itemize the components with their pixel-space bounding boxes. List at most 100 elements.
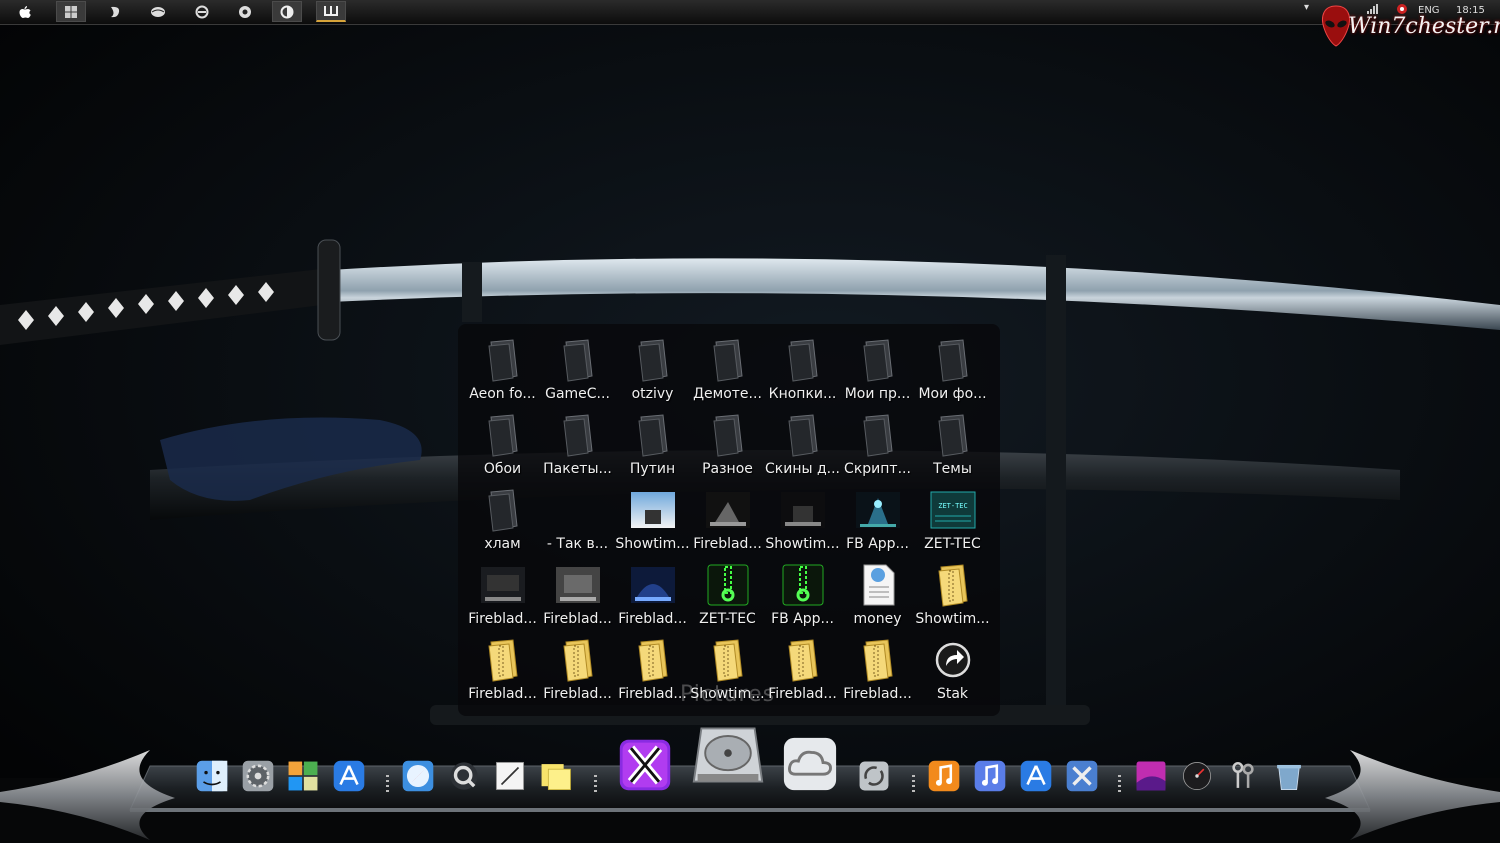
- stack-item[interactable]: Темы: [915, 405, 990, 480]
- stack-item[interactable]: Путин: [615, 405, 690, 480]
- stack-item[interactable]: Пакеты...: [540, 405, 615, 480]
- stack-item[interactable]: FB App...: [765, 555, 840, 630]
- stack-item-label: Пакеты...: [543, 461, 612, 477]
- windows-icon[interactable]: [56, 1, 86, 22]
- folder-dark-icon: [929, 336, 977, 384]
- dock-separator: [912, 775, 915, 793]
- watermark-text: Win7chester.ru: [1348, 14, 1500, 39]
- folder-dark-icon: [479, 411, 527, 459]
- stack-item-label: хлам: [484, 536, 521, 552]
- blank-icon: [554, 486, 602, 534]
- thumb-sky-icon: [629, 486, 677, 534]
- stack-item[interactable]: Fireblad...: [615, 630, 690, 705]
- folder-dark-icon: [854, 411, 902, 459]
- stack-item[interactable]: Fireblad...: [765, 630, 840, 705]
- zip-folder-icon: [854, 636, 902, 684]
- app-store-icon[interactable]: [332, 759, 366, 793]
- app-store-2-icon[interactable]: [1019, 759, 1053, 793]
- folder-dark-icon: [554, 336, 602, 384]
- zip-folder-icon: [479, 636, 527, 684]
- stack-item[interactable]: Fireblad...: [540, 555, 615, 630]
- app-icon-2[interactable]: [143, 1, 173, 22]
- stack-item-label: - Так в...: [546, 536, 609, 552]
- thumb-grey-icon: [554, 561, 602, 609]
- itunes-icon[interactable]: [973, 759, 1007, 793]
- zip-green-icon: [779, 561, 827, 609]
- safari-icon[interactable]: [401, 759, 435, 793]
- folder-dark-icon: [854, 336, 902, 384]
- finder-icon[interactable]: [195, 759, 229, 793]
- thumb-blue-icon: [854, 486, 902, 534]
- stack-item-label: Fireblad...: [543, 686, 612, 702]
- folder-dark-icon: [629, 411, 677, 459]
- thumb-desk-icon: [479, 561, 527, 609]
- app-icon-1[interactable]: [100, 1, 130, 22]
- stack-item[interactable]: Showtim...: [915, 555, 990, 630]
- app-icon-4[interactable]: [272, 1, 302, 22]
- stack-item-label: otzivy: [631, 386, 674, 402]
- hard-drive-icon[interactable]: [690, 717, 766, 793]
- stack-item[interactable]: FB App...: [840, 480, 915, 555]
- stack-item[interactable]: Скрипт...: [840, 405, 915, 480]
- watermark-logo: Win7chester.ru: [1318, 4, 1500, 48]
- stack-item[interactable]: Fireblad...: [465, 630, 540, 705]
- stack-item-label: Stak: [936, 686, 969, 702]
- stack-item[interactable]: - Так в...: [540, 480, 615, 555]
- w-icon[interactable]: [316, 1, 346, 22]
- stack-item[interactable]: Кнопки...: [765, 330, 840, 405]
- stack-item[interactable]: Скины д...: [765, 405, 840, 480]
- stack-item[interactable]: Stak: [915, 630, 990, 705]
- stack-item[interactable]: Демоте...: [690, 330, 765, 405]
- textedit-icon[interactable]: [493, 759, 527, 793]
- stack-item[interactable]: Showtim...: [765, 480, 840, 555]
- stack-item[interactable]: money: [840, 555, 915, 630]
- stack-item[interactable]: Обои: [465, 405, 540, 480]
- stack-item-label: Мои пр...: [844, 386, 911, 402]
- photo-booth-icon[interactable]: [1134, 759, 1168, 793]
- stack-item[interactable]: Fireblad...: [840, 630, 915, 705]
- stack-item[interactable]: Aeon fo...: [465, 330, 540, 405]
- stack-item[interactable]: ZET-TEC ZET-TEC: [915, 480, 990, 555]
- stack-item[interactable]: Мои пр...: [840, 330, 915, 405]
- dashboard-icon[interactable]: [1180, 759, 1214, 793]
- ie-icon[interactable]: [187, 1, 217, 22]
- stack-item[interactable]: Showtim...: [615, 480, 690, 555]
- icloud-icon[interactable]: [781, 735, 839, 793]
- stickies-icon[interactable]: [539, 759, 573, 793]
- stack-item-label: Путин: [629, 461, 676, 477]
- trash-icon[interactable]: [1272, 759, 1306, 793]
- apple-icon[interactable]: [10, 1, 40, 22]
- stack-item[interactable]: ZET-TEC: [690, 555, 765, 630]
- thumb-dark2-icon: [779, 486, 827, 534]
- tray-expand-icon[interactable]: ▾: [1304, 2, 1309, 13]
- keychain-icon[interactable]: [1226, 759, 1260, 793]
- zip-folder-icon: [554, 636, 602, 684]
- photo-app-icon[interactable]: [286, 759, 320, 793]
- stack-item[interactable]: Разное: [690, 405, 765, 480]
- folder-dark-icon: [704, 336, 752, 384]
- stack-item[interactable]: otzivy: [615, 330, 690, 405]
- stack-item[interactable]: GameC...: [540, 330, 615, 405]
- x-app-icon[interactable]: [617, 737, 673, 793]
- stack-item[interactable]: Fireblad...: [690, 480, 765, 555]
- stack-item[interactable]: Fireblad...: [615, 555, 690, 630]
- stack-item[interactable]: хлам: [465, 480, 540, 555]
- stack-item-label: ZET-TEC: [924, 536, 981, 552]
- sync-icon[interactable]: [857, 759, 891, 793]
- garageband-icon[interactable]: [927, 759, 961, 793]
- system-preferences-icon[interactable]: [241, 759, 275, 793]
- stack-item[interactable]: Мои фо...: [915, 330, 990, 405]
- stack-item[interactable]: Fireblad...: [540, 630, 615, 705]
- stack-item-label: Скрипт...: [844, 461, 911, 477]
- folder-dark-icon: [779, 336, 827, 384]
- folder-dark-icon: [479, 486, 527, 534]
- stack-item-label: Разное: [702, 461, 753, 477]
- quicktime-icon[interactable]: [447, 759, 481, 793]
- stack-item-label: FB App...: [846, 536, 909, 552]
- dock-separator: [594, 775, 597, 793]
- stack-item-label: Мои фо...: [918, 386, 987, 402]
- utilities-icon[interactable]: [1065, 759, 1099, 793]
- stack-item[interactable]: Fireblad...: [465, 555, 540, 630]
- stack-item-label: Кнопки...: [768, 386, 837, 402]
- app-icon-3[interactable]: [230, 1, 260, 22]
